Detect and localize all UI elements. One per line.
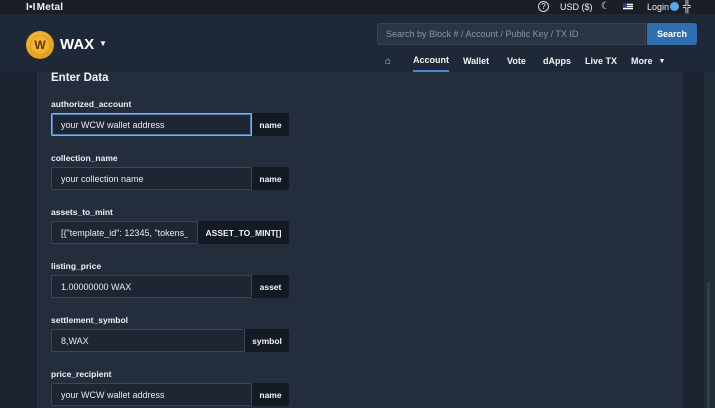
settlement-symbol-field[interactable] — [51, 329, 245, 352]
tab-account[interactable]: Account — [413, 50, 449, 72]
scrollbar[interactable] — [704, 72, 715, 408]
type-tag-asset-to-mint: ASSET_TO_MINT[] — [198, 221, 289, 244]
user-avatar-icon[interactable] — [670, 2, 679, 11]
field-label-collection-name: collection_name — [51, 153, 118, 163]
chevron-down-icon: ▼ — [658, 57, 666, 65]
wax-logo-icon[interactable]: W — [26, 31, 54, 59]
type-tag-name: name — [252, 113, 289, 136]
tab-wallet[interactable]: Wallet — [463, 50, 489, 72]
type-tag-symbol: symbol — [245, 329, 289, 352]
dark-mode-icon[interactable]: ☾ — [601, 1, 610, 12]
tab-vote[interactable]: Vote — [507, 50, 526, 72]
search-input[interactable] — [377, 23, 646, 45]
collection-name-field[interactable] — [51, 167, 252, 190]
field-label-authorized-account: authorized_account — [51, 99, 132, 109]
chevron-down-icon[interactable]: ▼ — [99, 39, 107, 48]
chain-name[interactable]: WAX — [60, 36, 94, 53]
type-tag-name: name — [252, 383, 289, 406]
field-label-price-recipient: price_recipient — [51, 369, 112, 379]
login-link[interactable]: Login — [647, 0, 669, 14]
field-label-listing-price: listing_price — [51, 261, 102, 271]
tab-more-label: More — [631, 56, 653, 66]
us-flag-icon[interactable] — [623, 3, 633, 10]
help-icon[interactable]: ? — [538, 1, 549, 12]
assets-to-mint-field[interactable] — [51, 221, 198, 244]
brand-name: Metal — [36, 1, 64, 13]
top-bar: I•I Metal ? USD ($) ☾ Login ╬ — [0, 0, 715, 14]
field-label-settlement-symbol: settlement_symbol — [51, 315, 128, 325]
search-button[interactable]: Search — [647, 23, 697, 45]
authorized-account-field[interactable] — [51, 113, 252, 136]
form-title: Enter Data — [51, 72, 109, 84]
tab-more[interactable]: More ▼ — [631, 50, 665, 72]
tab-live-tx[interactable]: Live TX — [585, 50, 617, 72]
listing-price-field[interactable] — [51, 275, 252, 298]
home-icon[interactable]: ⌂ — [385, 50, 391, 72]
brand-logo[interactable]: I•I Metal — [26, 0, 63, 14]
apps-grid-icon[interactable]: ╬ — [683, 1, 691, 13]
type-tag-asset: asset — [252, 275, 289, 298]
tab-dapps[interactable]: dApps — [543, 50, 571, 72]
metal-logo-icon: I•I — [26, 1, 36, 13]
currency-selector[interactable]: USD ($) — [560, 0, 593, 14]
type-tag-name: name — [252, 167, 289, 190]
price-recipient-field[interactable] — [51, 383, 252, 406]
main-header: W WAX ▼ Search ⌂ Account Wallet Vote dAp… — [0, 14, 715, 72]
field-label-assets-to-mint: assets_to_mint — [51, 207, 113, 217]
